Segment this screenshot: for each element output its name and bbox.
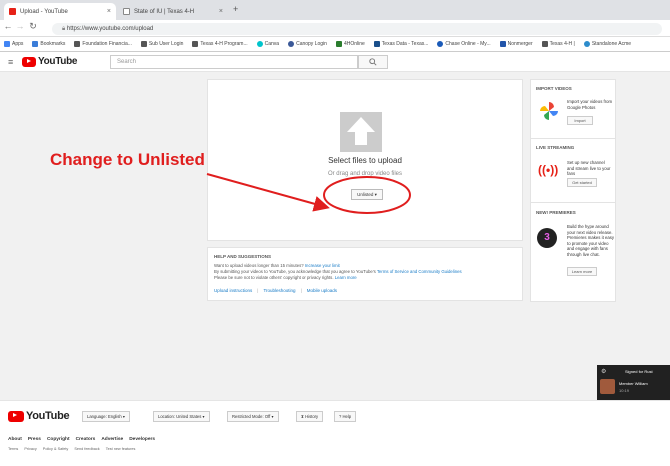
footer-youtube-logo[interactable]: YouTube bbox=[8, 410, 70, 422]
footer-link-developers[interactable]: Developers bbox=[129, 437, 155, 442]
premieres-icon: 3 bbox=[537, 228, 557, 248]
footer-link-about[interactable]: About bbox=[8, 437, 22, 442]
footer-link-policy[interactable]: Policy & Safety bbox=[43, 447, 69, 451]
footer-link-advertise[interactable]: Advertise bbox=[101, 437, 123, 442]
toast-name: Member William bbox=[619, 381, 648, 386]
youtube-play-icon bbox=[8, 410, 24, 422]
footer bbox=[0, 400, 670, 466]
help-links: Upload instructions | Troubleshooting | … bbox=[214, 288, 338, 293]
restricted-mode-button[interactable]: Restricted Mode: Off ▾ bbox=[227, 411, 279, 422]
learn-more-button[interactable]: Learn more bbox=[567, 267, 597, 276]
premieres-heading: NEW! PREMIERES bbox=[536, 210, 576, 215]
help-line-3: Please be sure not to violate others' co… bbox=[214, 275, 357, 280]
increase-limit-link[interactable]: Increase your limit bbox=[305, 263, 340, 268]
footer-link-press[interactable]: Press bbox=[28, 437, 41, 442]
live-broadcast-icon: ((•)) bbox=[538, 163, 559, 177]
live-text: Set up new channel and stream live to yo… bbox=[567, 160, 611, 176]
footer-links-secondary: Terms Privacy Policy & Safety Send feedb… bbox=[8, 447, 135, 451]
troubleshooting-link[interactable]: Troubleshooting bbox=[263, 288, 295, 293]
premieres-text: Build the hype around your next video re… bbox=[567, 224, 615, 257]
import-button[interactable]: Import bbox=[567, 116, 593, 125]
upload-instructions-link[interactable]: Upload instructions bbox=[214, 288, 252, 293]
toast-time: 10:19 bbox=[619, 388, 630, 393]
history-button[interactable]: ⧗ History bbox=[296, 411, 324, 422]
notification-toast[interactable]: ⚙ Signed for Rust Member William 10:19 bbox=[597, 365, 670, 403]
annotation-circle bbox=[323, 176, 411, 214]
footer-links: About Press Copyright Creators Advertise… bbox=[8, 437, 155, 442]
footer-link-privacy[interactable]: Privacy bbox=[24, 447, 36, 451]
divider bbox=[530, 202, 616, 203]
annotation-arrow bbox=[206, 173, 330, 212]
import-heading: IMPORT VIDEOS bbox=[536, 86, 572, 91]
google-photos-icon bbox=[538, 100, 560, 122]
settings-icon[interactable]: ⚙ bbox=[601, 368, 606, 375]
divider bbox=[530, 138, 616, 139]
footer-link-copyright[interactable]: Copyright bbox=[47, 437, 70, 442]
get-started-button[interactable]: Get started bbox=[567, 178, 597, 187]
footer-link-terms[interactable]: Terms bbox=[8, 447, 18, 451]
help-heading: HELP AND SUGGESTIONS bbox=[214, 254, 272, 259]
footer-link-feedback[interactable]: Send feedback bbox=[74, 447, 99, 451]
language-button[interactable]: Language: English ▾ bbox=[82, 411, 130, 422]
help-button[interactable]: ? Help bbox=[334, 411, 357, 422]
footer-link-test-features[interactable]: Test new features bbox=[106, 447, 136, 451]
mobile-uploads-link[interactable]: Mobile uploads bbox=[307, 288, 337, 293]
location-button[interactable]: Location: United States ▾ bbox=[153, 411, 210, 422]
avatar bbox=[600, 379, 615, 394]
terms-link[interactable]: Terms of Service and Community Guideline… bbox=[377, 269, 462, 274]
footer-link-creators[interactable]: Creators bbox=[76, 437, 96, 442]
import-text: Import your videos from Google Photos bbox=[567, 99, 613, 110]
learn-more-link[interactable]: Learn more bbox=[335, 275, 357, 280]
toast-title: Signed for Rust bbox=[625, 369, 653, 374]
live-heading: LIVE STREAMING bbox=[536, 145, 575, 150]
